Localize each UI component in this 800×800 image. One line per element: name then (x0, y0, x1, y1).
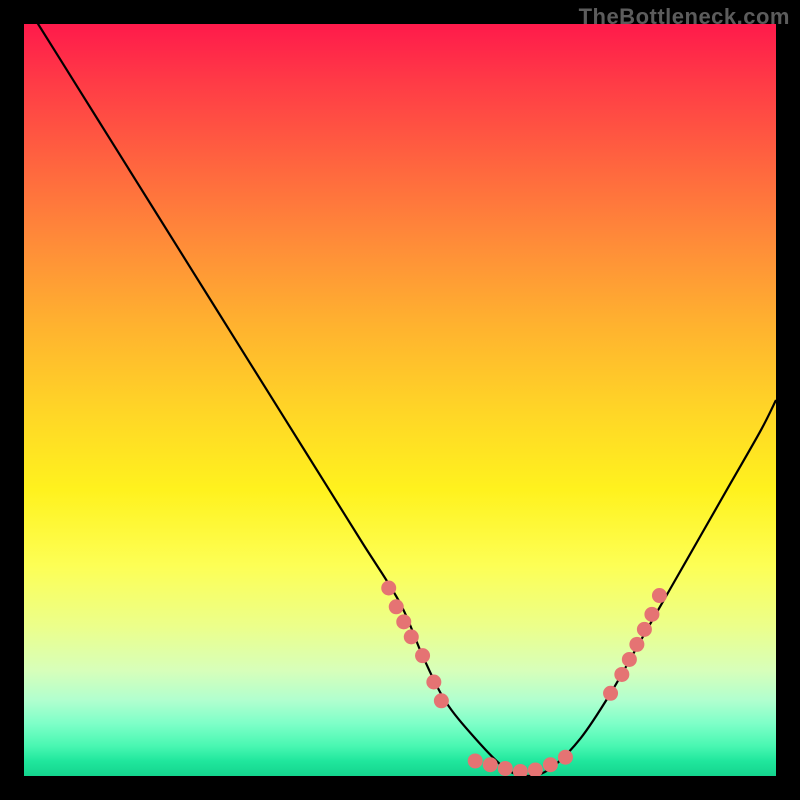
marker-dot (404, 629, 419, 644)
marker-dot (415, 648, 430, 663)
marker-dot (389, 599, 404, 614)
marker-dot (652, 588, 667, 603)
chart-frame: TheBottleneck.com (0, 0, 800, 800)
marker-dot (543, 757, 558, 772)
marker-dot (498, 761, 513, 776)
marker-dot (644, 607, 659, 622)
plot-area (24, 24, 776, 776)
marker-dot (637, 622, 652, 637)
marker-dot (426, 675, 441, 690)
marker-dot (622, 652, 637, 667)
marker-group (381, 581, 667, 777)
marker-dot (528, 762, 543, 776)
marker-dot (396, 614, 411, 629)
marker-dot (513, 764, 528, 776)
marker-dot (629, 637, 644, 652)
marker-dot (468, 753, 483, 768)
watermark-label: TheBottleneck.com (579, 4, 790, 30)
bottleneck-curve (24, 24, 776, 776)
marker-dot (483, 757, 498, 772)
marker-dot (603, 686, 618, 701)
marker-dot (381, 581, 396, 596)
marker-dot (558, 750, 573, 765)
marker-dot (614, 667, 629, 682)
bottleneck-curve-svg (24, 24, 776, 776)
marker-dot (434, 693, 449, 708)
